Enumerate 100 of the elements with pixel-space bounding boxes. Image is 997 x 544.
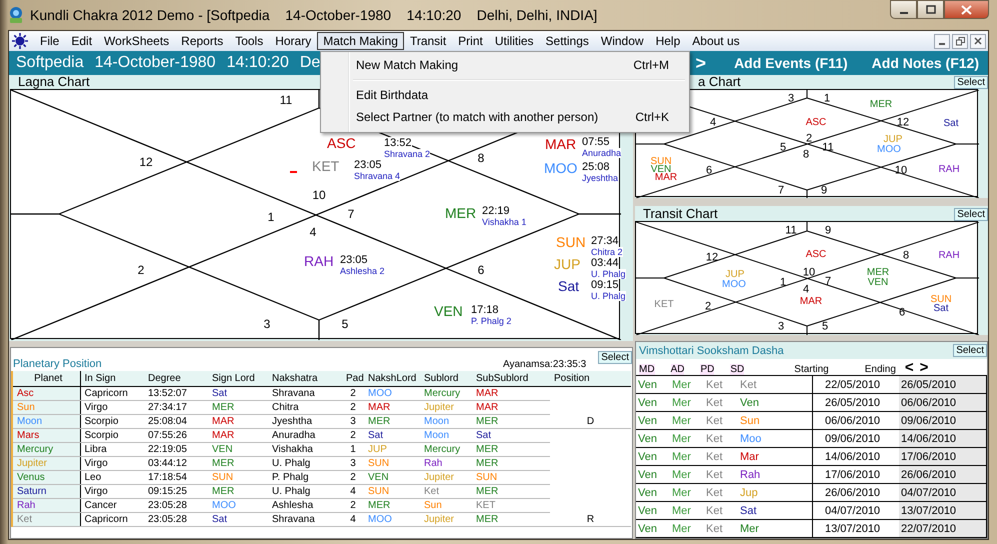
- table-cell: 2: [342, 470, 364, 484]
- table-cell: Shravana: [268, 512, 342, 526]
- header-action-button[interactable]: Add Notes (F12): [872, 55, 979, 71]
- next-button[interactable]: >: [696, 52, 706, 74]
- planet-label: MAR: [654, 174, 678, 182]
- menu-item[interactable]: Match Making: [317, 32, 404, 50]
- house-number: 6: [706, 166, 712, 176]
- restore-button[interactable]: [952, 34, 968, 48]
- table-cell: 04/07/2010: [899, 484, 987, 501]
- header-field: Softpedia: [16, 54, 84, 72]
- table-cell: MOO: [364, 386, 420, 400]
- table-cell-text: 06/06/2010: [824, 414, 882, 426]
- minimize-button[interactable]: [934, 34, 950, 48]
- menu-option[interactable]: New Match Making Ctrl+M: [323, 54, 687, 76]
- table-cell: Venus: [12, 470, 80, 484]
- header-action-button[interactable]: Add Events (F11): [734, 55, 848, 71]
- menu-item[interactable]: Edit: [65, 32, 98, 50]
- table-cell-text: Ket: [706, 504, 724, 516]
- table-cell: Virgo: [80, 456, 144, 470]
- table-cell: Libra: [80, 442, 144, 456]
- table-cell: MAR: [472, 400, 550, 414]
- table-cell: Ket: [12, 512, 80, 526]
- column-header: Degree: [144, 371, 208, 386]
- planet-label: Sat: [558, 279, 580, 294]
- table-cell: Ket: [420, 484, 472, 498]
- table-cell: Scorpio: [80, 428, 144, 442]
- table-cell: Jupiter: [420, 512, 472, 526]
- table-cell: Jup: [740, 484, 813, 501]
- table-cell-text: Mer: [672, 468, 692, 480]
- menu-item[interactable]: Tools: [229, 32, 270, 50]
- menu-item[interactable]: About us: [686, 32, 746, 50]
- menu-item[interactable]: Horary: [269, 32, 318, 50]
- table-cell: Jupiter: [12, 456, 80, 470]
- menu-item[interactable]: Print: [452, 32, 489, 50]
- table-cell: SUN: [472, 470, 550, 484]
- minimize-icon: [900, 12, 908, 14]
- sun-icon[interactable]: [12, 33, 28, 49]
- menu-option[interactable]: Select Partner (to match with another person) Ctrl+K: [323, 106, 687, 128]
- table-cell: Mar: [740, 448, 813, 465]
- select-button[interactable]: Select: [953, 344, 987, 357]
- house-number: 8: [902, 250, 910, 262]
- house-number: 5: [342, 318, 348, 330]
- table-cell: 25:08:04: [144, 414, 208, 428]
- table-cell: MER: [208, 484, 268, 498]
- table-cell-text: Mer: [672, 432, 692, 444]
- planet-label: JUP: [884, 136, 902, 144]
- table-cell: 26/05/2010: [899, 376, 987, 393]
- select-button[interactable]: Select: [954, 76, 988, 89]
- table-cell: Saturn: [12, 484, 80, 498]
- table-cell: Moon: [420, 428, 472, 442]
- minimize-button[interactable]: [890, 0, 917, 19]
- planet-label: MOO: [877, 146, 901, 154]
- planet-label: VEN: [434, 304, 463, 319]
- table-cell-text: 14/06/2010: [824, 450, 882, 462]
- table-cell: Mercury: [420, 386, 472, 400]
- table-cell-text: 13/07/2010: [824, 522, 882, 534]
- house-number: 5: [822, 322, 828, 333]
- table-cell: MER: [208, 400, 268, 414]
- table-cell: Virgo: [80, 484, 144, 498]
- table-cell: U. Phalg: [268, 456, 342, 470]
- minimize-icon: [939, 43, 945, 45]
- menu-item[interactable]: Transit: [404, 32, 452, 50]
- table-cell: Ven: [740, 394, 813, 411]
- menu-item[interactable]: Reports: [175, 32, 230, 50]
- table-cell-text: Mer: [672, 522, 692, 534]
- table-cell: 06/06/2010: [899, 394, 987, 411]
- table-cell: Moon: [420, 414, 472, 428]
- planet-label: Sat: [934, 305, 948, 314]
- table-cell: Cancer: [80, 498, 144, 512]
- house-number: 12: [139, 156, 153, 168]
- planet-label: MER: [870, 101, 892, 109]
- table-cell: Anuradha: [268, 428, 342, 442]
- menu-item[interactable]: Window: [594, 32, 650, 50]
- table-cell: Mercury: [12, 442, 80, 456]
- table-cell: D: [550, 414, 631, 428]
- table-cell-text: Mer: [672, 450, 692, 462]
- chart-title: a Chart: [698, 75, 741, 89]
- menu-item[interactable]: File: [34, 32, 66, 50]
- select-button[interactable]: Select: [598, 351, 632, 364]
- planet-label: Sat: [944, 120, 958, 128]
- table-cell: Mer: [740, 520, 813, 537]
- planet-label: SUN: [556, 235, 586, 250]
- menu-item[interactable]: WorkSheets: [98, 32, 176, 50]
- header-field: 14-October-1980: [94, 54, 216, 72]
- menu-item[interactable]: Settings: [540, 32, 595, 50]
- close-button[interactable]: [944, 0, 989, 19]
- close-button[interactable]: [970, 34, 986, 48]
- ayanamsa-label: Ayanamsa:23:35:3: [502, 359, 586, 370]
- select-button[interactable]: Select: [954, 208, 988, 222]
- column-header: PD: [700, 364, 714, 375]
- menu-item[interactable]: Utilities: [488, 32, 540, 50]
- nakshatra-label: U. Phalg: [591, 291, 626, 301]
- menu-option[interactable]: Edit Birthdata: [323, 84, 687, 106]
- nakshatra-label: P. Phalg 2: [471, 316, 512, 326]
- house-number: 9: [824, 226, 832, 237]
- maximize-button[interactable]: [917, 0, 944, 19]
- window-title: Kundli Chakra 2012 Demo - [Softpedia 14-October-1980 14:10:20 Delhi, Delhi, INDIA]: [30, 7, 598, 23]
- planet-label: RAH: [938, 252, 960, 260]
- planet-label: MER: [445, 206, 476, 221]
- menu-item[interactable]: Help: [650, 32, 686, 50]
